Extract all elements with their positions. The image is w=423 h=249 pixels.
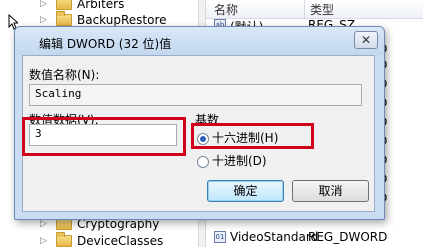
tree-item-label: Arbiters <box>77 0 125 11</box>
close-button[interactable]: ✕ <box>354 31 378 49</box>
dialog-titlebar[interactable]: 编辑 DWORD (32 位)值 ✕ <box>15 27 384 55</box>
ok-button[interactable]: 确定 <box>207 180 284 202</box>
tree-item-label: BackupRestore <box>77 12 167 27</box>
expand-arrow-icon[interactable]: ▷ <box>40 219 50 229</box>
decimal-radio-label: 十进制(D) <box>212 154 267 168</box>
decimal-radio[interactable]: 十进制(D) <box>197 152 267 169</box>
folder-icon <box>56 0 72 10</box>
binary-value-icon: 01 <box>214 231 226 243</box>
value-type: REG_DWORD <box>308 230 388 244</box>
folder-icon <box>56 231 72 247</box>
radio-unchecked-icon[interactable] <box>197 155 209 168</box>
tree-item[interactable]: ▷ DeviceClasses <box>0 231 164 249</box>
value-name: VideoStandard <box>230 230 319 244</box>
value-data-highlight <box>22 117 186 156</box>
value-row[interactable]: 01 VideoStandard REG_DWORD <box>206 228 423 247</box>
dialog-body: 数值名称(N): Scaling 数值数据(V): 3 基数 十六进制(H) 十… <box>22 55 375 212</box>
value-name-label: 数值名称(N): <box>29 68 100 82</box>
edit-dword-dialog: 编辑 DWORD (32 位)值 ✕ 数值名称(N): Scaling 数值数据… <box>14 26 385 220</box>
dialog-title: 编辑 DWORD (32 位)值 <box>39 37 172 51</box>
close-icon: ✕ <box>360 33 372 47</box>
tree-item-label: DeviceClasses <box>77 233 164 248</box>
expand-arrow-icon[interactable]: ▷ <box>40 236 50 246</box>
expand-arrow-icon[interactable]: ▷ <box>40 15 50 25</box>
folder-icon <box>56 10 72 26</box>
base-highlight <box>191 123 314 149</box>
cancel-button[interactable]: 取消 <box>292 180 369 202</box>
expand-arrow-icon[interactable]: ▷ <box>40 0 50 9</box>
value-name-field[interactable]: Scaling <box>29 84 362 106</box>
